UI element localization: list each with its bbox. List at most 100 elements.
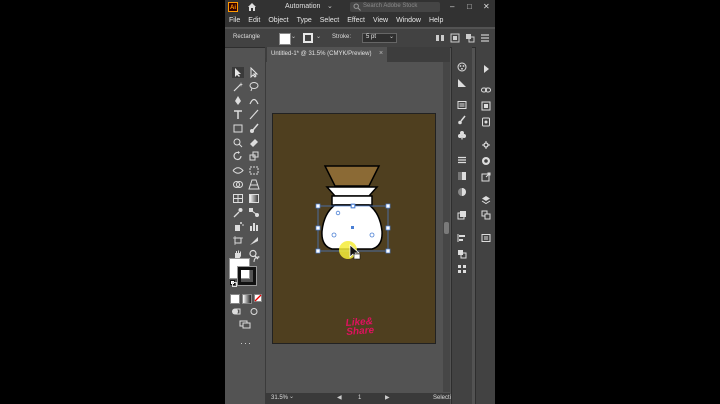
stroke-color-swatch[interactable]	[303, 33, 313, 43]
zoom-level[interactable]: 31.5%	[271, 395, 288, 401]
close-icon[interactable]: ×	[379, 50, 383, 57]
chevron-down-icon[interactable]: ⌄	[291, 33, 296, 40]
color-palette-icon[interactable]	[457, 62, 467, 72]
screen-mode-icon[interactable]	[239, 320, 251, 329]
paintbrush-icon[interactable]	[457, 115, 467, 125]
minimize-button[interactable]: –	[450, 2, 454, 11]
menu-object[interactable]: Object	[264, 17, 292, 24]
artboard-tool-icon[interactable]	[232, 235, 244, 246]
menu-select[interactable]: Select	[316, 17, 343, 24]
layers-icon[interactable]	[481, 195, 491, 205]
next-artboard-icon[interactable]: ▶	[385, 394, 390, 401]
more-tools-icon[interactable]: ···	[240, 338, 252, 348]
menu-file[interactable]: File	[225, 17, 244, 24]
resize-handle[interactable]	[315, 248, 321, 254]
asset-export-icon[interactable]	[481, 117, 491, 127]
maximize-button[interactable]: □	[467, 2, 472, 11]
transparency-icon[interactable]	[457, 187, 467, 197]
menu-icon[interactable]	[480, 33, 490, 43]
resize-handle[interactable]	[385, 248, 391, 254]
document-tab[interactable]: Untitled-1* @ 31.5% (CMYK/Preview) ×	[267, 47, 387, 62]
resize-handle[interactable]	[385, 203, 391, 209]
duplicate-icon[interactable]	[481, 210, 491, 220]
transform-panel-icon[interactable]	[457, 264, 467, 274]
menu-effect[interactable]: Effect	[343, 17, 369, 24]
gradient-panel-icon[interactable]	[457, 171, 467, 181]
shaper-tool-icon[interactable]	[232, 137, 244, 148]
home-icon[interactable]	[247, 2, 257, 12]
close-button[interactable]: ✕	[483, 2, 490, 11]
filter-cone-shape[interactable]	[323, 165, 381, 187]
libraries-icon[interactable]	[481, 140, 491, 150]
menu-view[interactable]: View	[369, 17, 392, 24]
type-tool-icon[interactable]	[232, 109, 244, 120]
chevron-down-icon[interactable]: ⌄	[389, 33, 394, 40]
scrollbar-thumb[interactable]	[444, 222, 449, 234]
pen-tool-icon[interactable]	[232, 95, 244, 106]
workspace-switcher[interactable]: Automation	[285, 3, 320, 10]
gradient-tool-icon[interactable]	[248, 193, 260, 204]
rotate-tool-icon[interactable]	[232, 151, 244, 162]
chevron-down-icon[interactable]: ⌄	[327, 2, 333, 10]
image-trace-icon[interactable]	[481, 233, 491, 243]
line-tool-icon[interactable]	[248, 109, 260, 120]
color-guide-icon[interactable]	[457, 78, 467, 88]
align-icon[interactable]	[435, 33, 445, 43]
shape-builder-tool-icon[interactable]	[232, 179, 244, 190]
symbol-sprayer-tool-icon[interactable]	[232, 221, 244, 232]
collar-band-shape[interactable]	[325, 186, 379, 197]
eyedropper-tool-icon[interactable]	[232, 207, 244, 218]
column-graph-tool-icon[interactable]	[248, 221, 260, 232]
export-icon[interactable]	[481, 172, 491, 182]
mesh-tool-icon[interactable]	[232, 193, 244, 204]
chevron-down-icon[interactable]: ⌄	[289, 393, 294, 400]
swap-fill-stroke-icon[interactable]	[253, 256, 261, 264]
paintbrush-tool-icon[interactable]	[248, 123, 260, 134]
gradient-mode-button[interactable]	[242, 294, 252, 304]
rectangle-tool-icon[interactable]	[232, 123, 244, 134]
artboards-icon[interactable]	[481, 101, 491, 111]
none-mode-button[interactable]	[254, 294, 262, 302]
slice-tool-icon[interactable]	[248, 235, 260, 246]
magic-wand-tool-icon[interactable]	[232, 81, 244, 92]
scale-tool-icon[interactable]	[248, 151, 260, 162]
width-tool-icon[interactable]	[232, 165, 244, 176]
draw-mode-icon[interactable]	[231, 307, 241, 316]
resize-handle[interactable]	[385, 225, 391, 231]
stroke-panel-icon[interactable]	[457, 155, 467, 165]
chevron-down-icon[interactable]: ⌄	[316, 33, 321, 40]
menu-edit[interactable]: Edit	[244, 17, 264, 24]
fill-color-swatch[interactable]	[279, 33, 291, 45]
stroke-swatch[interactable]	[237, 266, 257, 286]
align-panel-icon[interactable]	[457, 233, 467, 243]
transform-icon[interactable]	[450, 33, 460, 43]
menu-window[interactable]: Window	[392, 17, 425, 24]
character-icon[interactable]	[481, 156, 491, 166]
menu-help[interactable]: Help	[425, 17, 447, 24]
free-transform-tool-icon[interactable]	[248, 165, 260, 176]
resize-handle[interactable]	[315, 225, 321, 231]
direct-selection-tool-icon[interactable]	[248, 67, 260, 78]
perspective-grid-tool-icon[interactable]	[248, 179, 260, 190]
previous-artboard-icon[interactable]: ◀	[337, 394, 342, 401]
blend-tool-icon[interactable]	[248, 207, 260, 218]
arrange-icon[interactable]	[465, 33, 475, 43]
eraser-tool-icon[interactable]	[248, 137, 260, 148]
artwork-coffee-dripper[interactable]	[272, 113, 436, 344]
search-input[interactable]: Search Adobe Stock	[350, 2, 440, 12]
appearance-icon[interactable]	[457, 210, 467, 220]
color-mode-button[interactable]	[230, 294, 240, 304]
default-fill-stroke-icon[interactable]	[230, 280, 237, 287]
resize-handle[interactable]	[315, 203, 321, 209]
menu-type[interactable]: Type	[293, 17, 316, 24]
curvature-tool-icon[interactable]	[248, 95, 260, 106]
expand-panels-icon[interactable]	[481, 64, 491, 74]
pathfinder-icon[interactable]	[457, 249, 467, 259]
artboard-number[interactable]: 1	[358, 395, 361, 401]
selection-tool-icon[interactable]	[232, 67, 244, 78]
draw-normal-icon[interactable]	[249, 307, 259, 316]
links-icon[interactable]	[481, 85, 491, 95]
symbols-icon[interactable]	[457, 130, 467, 140]
neck-shape[interactable]	[331, 195, 373, 206]
properties-icon[interactable]	[457, 100, 467, 110]
